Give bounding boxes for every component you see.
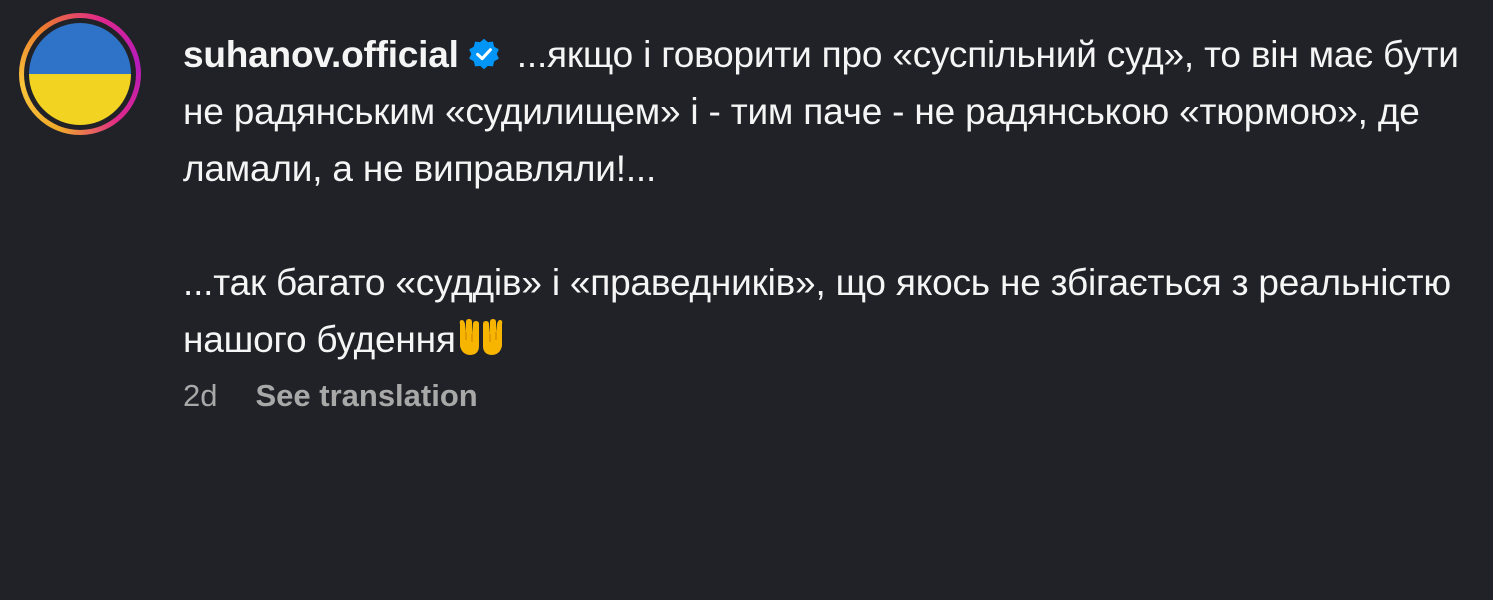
- avatar-border: [24, 18, 136, 130]
- comment-meta: 2d See translation: [183, 378, 478, 414]
- comment-text-2: ...так багато «суддів» і «праведників», …: [183, 262, 1451, 360]
- ukraine-flag-avatar-icon: [29, 23, 131, 125]
- timestamp: 2d: [183, 378, 218, 413]
- verified-badge-icon: [468, 38, 499, 70]
- comment-paragraph-1: suhanov.official ...якщо і говорити про …: [183, 26, 1473, 197]
- see-translation-button[interactable]: See translation: [255, 378, 477, 414]
- comment-paragraph-2: ...так багато «суддів» і «праведників», …: [183, 254, 1473, 368]
- comment: suhanov.official ...якщо і говорити про …: [0, 0, 1493, 600]
- flag-yellow-stripe: [29, 74, 131, 125]
- flag-blue-stripe: [29, 23, 131, 74]
- comment-body: suhanov.official ...якщо і говорити про …: [183, 26, 1473, 368]
- palms-up-together-icon: [459, 319, 502, 355]
- username-link[interactable]: suhanov.official: [183, 34, 459, 75]
- avatar[interactable]: [19, 13, 141, 135]
